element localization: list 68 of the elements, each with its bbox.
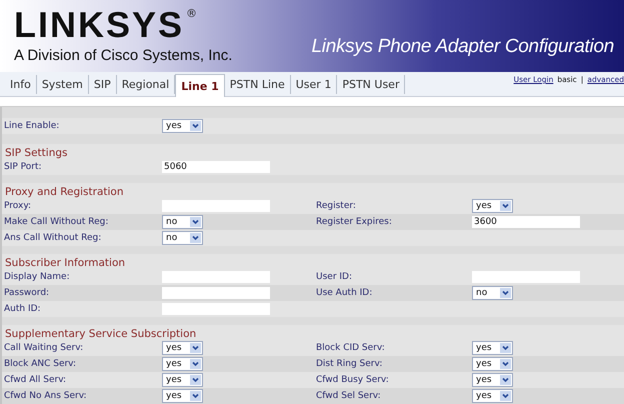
dropdown[interactable]: yes <box>472 373 513 387</box>
field-label: Block ANC Serv: <box>3 359 78 369</box>
field-label: Auth ID: <box>3 304 42 314</box>
field-label: Dist Ring Serv: <box>315 359 384 369</box>
dropdown[interactable]: yes <box>472 341 513 355</box>
chevron-icon <box>190 359 201 369</box>
dropdown[interactable]: yes <box>162 341 203 355</box>
field-label: Cfwd Busy Serv: <box>315 375 390 385</box>
input-field[interactable]: 3600 <box>472 216 580 228</box>
dropdown[interactable]: yes <box>472 199 513 213</box>
field-label: Register Expires: <box>315 217 393 227</box>
input-field[interactable] <box>162 287 270 299</box>
field-label: Make Call Without Reg: <box>3 217 110 227</box>
chevron-icon <box>190 121 201 131</box>
section-heading: Subscriber Information <box>2 254 624 269</box>
field-label: Cfwd All Serv: <box>3 375 68 385</box>
dropdown[interactable]: yes <box>162 389 203 403</box>
section-heading: SIP Settings <box>2 144 624 159</box>
field-label: User ID: <box>315 272 353 282</box>
chevron-icon <box>190 375 201 385</box>
chevron-icon <box>190 233 201 243</box>
field-label: Cfwd No Ans Serv: <box>3 391 88 401</box>
page-title: Linksys Phone Adapter Configuration <box>312 36 614 58</box>
chevron-icon <box>190 391 201 401</box>
chevron-icon <box>500 201 511 211</box>
input-field[interactable] <box>162 271 270 283</box>
field-label: Block CID Serv: <box>315 343 386 353</box>
chevron-icon <box>500 343 511 353</box>
input-field[interactable] <box>162 200 270 212</box>
field-label: Proxy: <box>3 201 32 211</box>
field-label: Display Name: <box>3 272 71 282</box>
dropdown[interactable]: yes <box>162 373 203 387</box>
tagline: A Division of Cisco Systems, Inc. <box>14 47 232 64</box>
section-heading: Proxy and Registration <box>2 183 624 198</box>
dropdown[interactable]: yes <box>472 357 513 371</box>
tab[interactable]: PSTN User <box>337 75 406 94</box>
chevron-icon <box>500 391 511 401</box>
field-label: Register: <box>315 201 357 211</box>
field-label: Password: <box>3 288 50 298</box>
tab[interactable]: PSTN Line <box>224 75 291 94</box>
dropdown[interactable]: yes <box>162 357 203 371</box>
dropdown[interactable]: yes <box>162 119 203 133</box>
dropdown[interactable]: no <box>472 286 513 300</box>
tab[interactable]: Info <box>5 75 37 94</box>
tab[interactable]: User 1 <box>290 75 338 94</box>
tab[interactable]: SIP <box>88 75 117 94</box>
tab[interactable]: Line 1 <box>175 74 225 97</box>
input-field[interactable] <box>472 271 580 283</box>
tab[interactable]: System <box>36 75 89 94</box>
field-label: Call Waiting Serv: <box>3 343 84 353</box>
chevron-icon <box>500 375 511 385</box>
chevron-icon <box>500 359 511 369</box>
field-label: Use Auth ID: <box>315 288 374 298</box>
chevron-icon <box>500 288 511 298</box>
dropdown[interactable]: no <box>162 215 203 229</box>
dropdown[interactable]: yes <box>472 389 513 403</box>
input-field[interactable] <box>162 303 270 315</box>
chevron-icon <box>190 217 201 227</box>
registered-mark: ® <box>186 7 198 20</box>
field-label: Ans Call Without Reg: <box>3 233 102 243</box>
field-label: Line Enable: <box>3 121 60 131</box>
chevron-icon <box>190 343 201 353</box>
logo: LINKSYS <box>14 7 184 43</box>
field-label: SIP Port: <box>3 162 43 172</box>
input-field[interactable]: 5060 <box>162 161 270 173</box>
field-label: Cfwd Sel Serv: <box>315 391 382 401</box>
dropdown[interactable]: no <box>162 231 203 245</box>
section-heading: Supplementary Service Subscription <box>2 325 624 340</box>
